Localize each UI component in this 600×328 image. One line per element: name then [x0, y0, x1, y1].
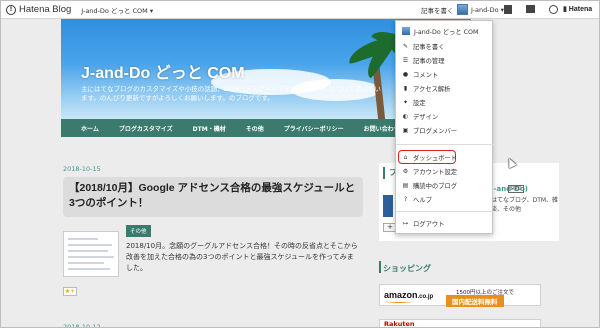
- list-icon: ☰: [402, 56, 409, 64]
- help-icon: ?: [403, 195, 408, 203]
- browser-frame: J-and-Do どっと COM 主にはてなブログのカスタマイズや小技の話題、D…: [0, 0, 600, 328]
- blog-thumbnail-icon: [402, 27, 410, 35]
- account-menu-button[interactable]: J-and-Do ▾: [457, 4, 504, 15]
- bookmark-icon: ▤: [402, 181, 409, 189]
- members-icon: ▣: [402, 126, 409, 134]
- profile-image[interactable]: [383, 195, 393, 217]
- palette-icon: ◐: [402, 112, 409, 120]
- chart-icon: ▮: [403, 84, 408, 92]
- menu-divider: [396, 144, 494, 145]
- menu-item-members[interactable]: ▣ ブログメンバー: [396, 124, 494, 136]
- menu-divider: [396, 211, 494, 212]
- wrench-icon: ✦: [402, 98, 409, 106]
- star-button[interactable]: ★+: [63, 287, 77, 296]
- next-post-date[interactable]: 2018-10-12: [63, 323, 101, 327]
- comment-icon: ●: [402, 70, 409, 78]
- notification-icon[interactable]: [549, 5, 558, 14]
- nav-item-home[interactable]: ホーム: [71, 124, 109, 133]
- category-badge[interactable]: その他: [126, 225, 151, 237]
- gear-icon: ⚙: [402, 167, 409, 175]
- post-date[interactable]: 2018-10-15: [63, 165, 101, 173]
- rakuten-logo: Rakuten: [384, 320, 415, 328]
- bookmark-icon[interactable]: [504, 5, 512, 14]
- profile-text: はてなブログ、DTM、雑談、その他: [491, 197, 559, 213]
- menu-item-account-settings[interactable]: ⚙ アカウント設定: [396, 165, 494, 177]
- blog-description: 主にはてなブログのカスタマイズや小技の話題、DTM（デスクトップミュージック）に…: [81, 85, 381, 102]
- menu-item-subscriptions[interactable]: ▤ 購読中のブログ: [396, 179, 494, 191]
- menu-item-help[interactable]: ? ヘルプ: [396, 193, 494, 205]
- menu-item-blog[interactable]: J-and-Do どっと COM: [396, 25, 494, 37]
- nav-item-privacy[interactable]: プライバシーポリシー: [274, 124, 354, 133]
- nav-item-dtm[interactable]: DTM・機材: [183, 124, 236, 133]
- avatar: [457, 4, 468, 15]
- rakuten-banner[interactable]: Rakuten: [379, 319, 541, 328]
- menu-item-write[interactable]: ✎ 記事を書く: [396, 40, 494, 52]
- blog-title[interactable]: J-and-Do どっと COM: [81, 59, 245, 83]
- pencil-icon: ✎: [402, 42, 409, 50]
- menu-item-settings[interactable]: ✦ 設定: [396, 96, 494, 108]
- amazon-banner[interactable]: amazon.co.jp 1500円以上のご注文で 国内配送料無料: [379, 284, 541, 307]
- menu-item-design[interactable]: ◐ デザイン: [396, 110, 494, 122]
- post-excerpt: 2018/10月。念願のグーグルアドセンス合格！その時の反省点とそこから改善を加…: [126, 242, 358, 272]
- notebook-icon[interactable]: [526, 5, 535, 13]
- logout-icon: ↦: [402, 219, 409, 227]
- post-thumbnail[interactable]: [63, 231, 119, 277]
- blog-switcher[interactable]: J-and-Do どっと COM ▾: [81, 5, 153, 15]
- post-title[interactable]: 【2018/10月】Google アドセンス合格の最強スケジュールと3つのポイン…: [63, 177, 363, 217]
- amazon-logo: amazon.co.jp: [384, 290, 434, 300]
- account-dropdown-menu: J-and-Do どっと COM ✎ 記事を書く ☰ 記事の管理 ● コメント …: [395, 20, 494, 234]
- menu-item-logout[interactable]: ↦ ログアウト: [396, 217, 494, 229]
- write-post-button[interactable]: 記事を書く: [421, 5, 454, 15]
- nav-item-other[interactable]: その他: [236, 124, 274, 133]
- amazon-free-shipping: 国内配送料無料: [446, 295, 504, 307]
- home-icon: ⌂: [403, 153, 408, 161]
- menu-item-analytics[interactable]: ▮ アクセス解析: [396, 82, 494, 94]
- menu-item-comments[interactable]: ● コメント: [396, 68, 494, 80]
- top-bar: ! Hatena Blog J-and-Do どっと COM ▾ 記事を書く J…: [1, 1, 599, 19]
- hatena-blog-logo[interactable]: ! Hatena Blog: [1, 4, 71, 15]
- menu-item-dashboard[interactable]: ⌂ ダッシュボード: [396, 151, 494, 163]
- nav-item-blog-customize[interactable]: ブログカスタマイズ: [109, 124, 183, 133]
- hatena-logo-icon: !: [6, 4, 16, 15]
- hatena-link[interactable]: ▮ Hatena: [563, 5, 592, 13]
- menu-item-manage-posts[interactable]: ☰ 記事の管理: [396, 54, 494, 66]
- pro-badge: PRO: [508, 185, 525, 193]
- shopping-title: ショッピング: [383, 264, 431, 273]
